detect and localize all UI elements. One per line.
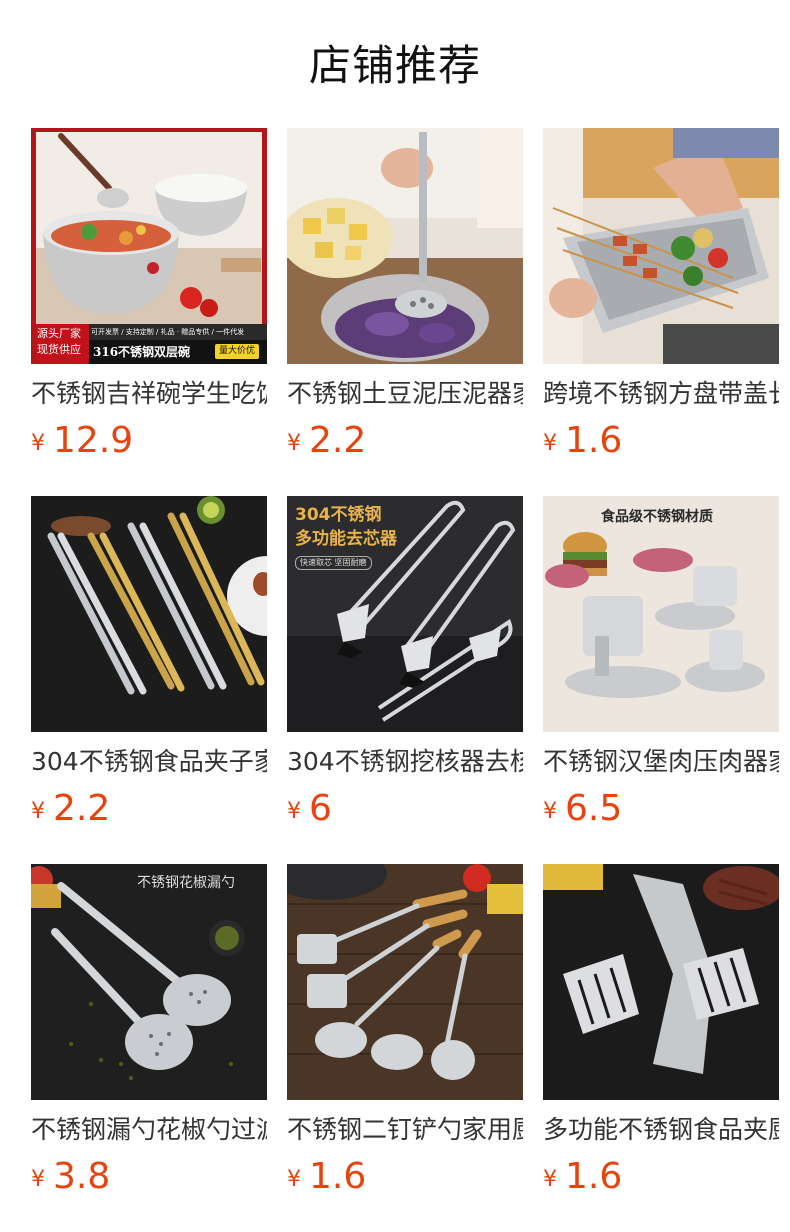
currency-symbol: ¥ [287, 431, 301, 456]
slotted-spoon-photo[interactable]: 不锈钢花椒漏勺 [31, 864, 267, 1100]
currency-symbol: ¥ [543, 1167, 557, 1192]
page: 店铺推荐 源头厂家 现货供应 可开发票 / 支持定制 / 礼品 · 赠品专供 /… [0, 0, 790, 1232]
product-name: 304不锈钢挖核器去核器 [287, 747, 523, 776]
product-grid: 源头厂家 现货供应 可开发票 / 支持定制 / 礼品 · 赠品专供 / 一件代发… [31, 128, 779, 1232]
double-layer-bowl-photo[interactable]: 源头厂家 现货供应 可开发票 / 支持定制 / 礼品 · 赠品专供 / 一件代发… [31, 128, 267, 364]
price-value: 3.8 [53, 1156, 111, 1197]
utensil-set-photo[interactable] [287, 864, 523, 1100]
product-name: 不锈钢二钉铲勺家用厨 [287, 1115, 523, 1144]
product-card[interactable]: 不锈钢土豆泥压泥器家 ¥2.2 [287, 128, 523, 496]
currency-symbol: ¥ [31, 1167, 45, 1192]
page-title: 店铺推荐 [308, 41, 481, 90]
price-value: 6.5 [565, 788, 623, 829]
product-label: 316不锈钢双层碗 [93, 345, 191, 359]
product-price: ¥2.2 [287, 420, 523, 465]
potato-masher-photo[interactable] [287, 128, 523, 364]
badge-line1: 源头厂家 [37, 327, 81, 340]
product-price: ¥6 [287, 788, 523, 833]
headline: 食品级不锈钢材质 [601, 509, 713, 525]
product-card[interactable]: 源头厂家 现货供应 可开发票 / 支持定制 / 礼品 · 赠品专供 / 一件代发… [31, 128, 267, 496]
product-name: 多功能不锈钢食品夹厨 [543, 1115, 779, 1144]
product-price: ¥1.6 [543, 1156, 779, 1201]
product-name: 跨境不锈钢方盘带盖长 [543, 379, 779, 408]
price-value: 2.2 [309, 420, 367, 461]
product-price: ¥3.8 [31, 1156, 267, 1201]
product-price: ¥12.9 [31, 420, 267, 465]
product-card[interactable]: 不锈钢二钉铲勺家用厨 ¥1.6 [287, 864, 523, 1232]
price-value: 12.9 [53, 420, 134, 461]
price-value: 1.6 [565, 1156, 623, 1197]
product-card[interactable]: 食品级不锈钢材质 不锈钢汉堡肉压肉器家 ¥6.5 [543, 496, 779, 864]
corer-tool-photo[interactable]: 304不锈钢 多功能去芯器 快速取芯 坚固耐磨 [287, 496, 523, 732]
product-price: ¥1.6 [287, 1156, 523, 1201]
headline1: 304不锈钢 [295, 505, 382, 525]
square-tray-photo[interactable] [543, 128, 779, 364]
price-value: 6 [309, 788, 332, 829]
product-card[interactable]: 不锈钢花椒漏勺 不锈钢漏勺花椒勺过滤 ¥3.8 [31, 864, 267, 1232]
product-card[interactable]: 304不锈钢 多功能去芯器 快速取芯 坚固耐磨 304不锈钢挖核器去核器 ¥6 [287, 496, 523, 864]
spatula-tongs-photo[interactable] [543, 864, 779, 1100]
currency-symbol: ¥ [287, 1167, 301, 1192]
product-card[interactable]: 多功能不锈钢食品夹厨 ¥1.6 [543, 864, 779, 1232]
food-tongs-photo[interactable] [31, 496, 267, 732]
product-price: ¥6.5 [543, 788, 779, 833]
product-card[interactable]: 跨境不锈钢方盘带盖长 ¥1.6 [543, 128, 779, 496]
product-price: ¥1.6 [543, 420, 779, 465]
headline: 不锈钢花椒漏勺 [137, 875, 235, 891]
price-value: 2.2 [53, 788, 111, 829]
burger-press-photo[interactable]: 食品级不锈钢材质 [543, 496, 779, 732]
currency-symbol: ¥ [31, 431, 45, 456]
product-price: ¥2.2 [31, 788, 267, 833]
price-value: 1.6 [565, 420, 623, 461]
promo-text: 可开发票 / 支持定制 / 礼品 · 赠品专供 / 一件代发 [91, 328, 245, 336]
product-name: 不锈钢汉堡肉压肉器家 [543, 747, 779, 776]
product-name: 不锈钢漏勺花椒勺过滤 [31, 1115, 267, 1144]
currency-symbol: ¥ [543, 799, 557, 824]
product-name: 304不锈钢食品夹子家用 [31, 747, 267, 776]
currency-symbol: ¥ [31, 799, 45, 824]
product-card[interactable]: 304不锈钢食品夹子家用 ¥2.2 [31, 496, 267, 864]
currency-symbol: ¥ [287, 799, 301, 824]
currency-symbol: ¥ [543, 431, 557, 456]
product-name: 不锈钢土豆泥压泥器家 [287, 379, 523, 408]
product-name: 不锈钢吉祥碗学生吃饭 [31, 379, 267, 408]
subline: 快速取芯 坚固耐磨 [295, 556, 372, 570]
tag: 量大价优 [215, 344, 260, 359]
headline2: 多功能去芯器 [295, 529, 397, 549]
price-value: 1.6 [309, 1156, 367, 1197]
badge-line2: 现货供应 [37, 343, 81, 356]
